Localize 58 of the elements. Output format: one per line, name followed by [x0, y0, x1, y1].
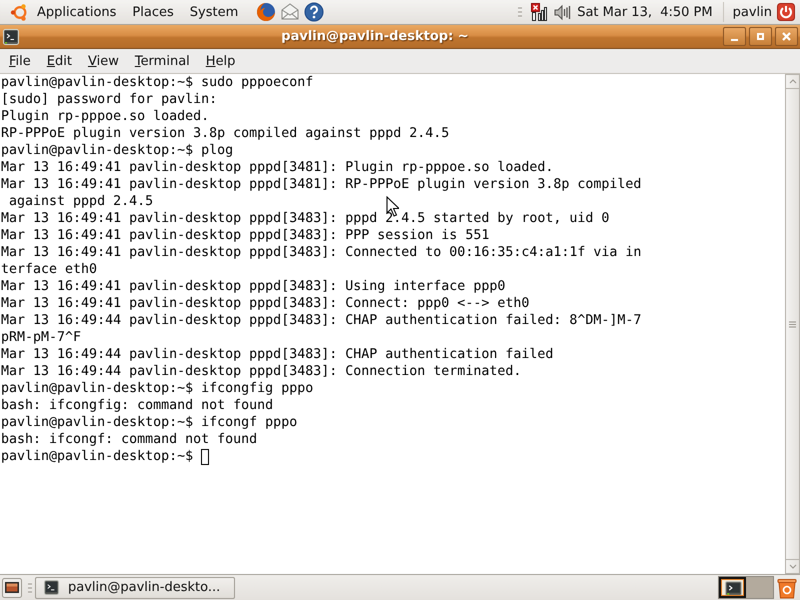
clock[interactable]: Sat Mar 13, 4:50 PM: [577, 4, 713, 20]
terminal-line: Mar 13 16:49:41 pavlin-desktop pppd[3483]: Using interface ppp0: [1, 278, 506, 295]
close-button[interactable]: [775, 27, 798, 46]
browser-globe-icon[interactable]: [256, 2, 276, 22]
terminal-icon: [44, 580, 59, 595]
show-desktop-icon[interactable]: [2, 578, 22, 598]
terminal-line: Plugin rp-pppoe.so loaded.: [1, 108, 210, 125]
power-icon[interactable]: [777, 3, 795, 21]
minimize-icon: [731, 38, 738, 40]
terminal-line: terface eth0: [1, 261, 98, 278]
maximize-button[interactable]: [749, 27, 772, 46]
terminal-line: bash: ifcongfig: command not found: [1, 397, 274, 414]
terminal-line: pavlin@pavlin-desktop:~$ plog: [1, 142, 234, 159]
terminal-line: Mar 13 16:49:44 pavlin-desktop pppd[3483]: Connection terminated.: [1, 363, 522, 380]
menu-item[interactable]: Edit: [38, 54, 80, 68]
terminal-line: pavlin@pavlin-desktop:~$ ifcongfig pppo: [1, 380, 314, 397]
terminal-line: RP-PPPoE plugin version 3.8p compiled against pppd 2.4.5: [1, 125, 450, 142]
terminal-line: Mar 13 16:49:41 pavlin-desktop pppd[3483]: pppd 2.4.5 started by root, uid 0: [1, 210, 610, 227]
signal-bars-icon[interactable]: [531, 3, 550, 21]
workspace[interactable]: [719, 577, 746, 598]
menu-item[interactable]: Terminal: [126, 54, 198, 68]
terminal-line: against pppd 2.4.5: [8, 193, 154, 210]
terminal-line: pavlin@pavlin-desktop:~$ sudo pppoeconf: [1, 74, 314, 91]
terminal-line: Mar 13 16:49:41 pavlin-desktop pppd[3481]: RP-PPPoE plugin version 3.8p compiled: [1, 176, 642, 193]
help-icon[interactable]: [304, 2, 324, 22]
menu-item[interactable]: View: [80, 54, 127, 68]
terminal-line: Mar 13 16:49:41 pavlin-desktop pppd[3483]: Connect: ppp0 <--> eth0: [1, 295, 530, 312]
terminal-line: Mar 13 16:49:41 pavlin-desktop pppd[3483]: PPP session is 551: [1, 227, 490, 244]
window-title: pavlin@pavlin-desktop: ~: [280, 29, 470, 44]
terminal-prompt: pavlin@pavlin-desktop:~$: [1, 448, 194, 465]
menu-item[interactable]: File: [1, 54, 39, 68]
text-cursor-icon: [201, 448, 210, 464]
drag-handle-icon[interactable]: [518, 6, 522, 18]
terminal-line: bash: ifcongf: command not found: [1, 431, 258, 448]
maximize-icon: [757, 33, 764, 40]
terminal-icon[interactable]: [3, 28, 19, 44]
terminal-line: Mar 13 16:49:41 pavlin-desktop pppd[3483]: Connected to 00:16:35:c4:a1:1f via in: [1, 244, 642, 261]
terminal-line: Mar 13 16:49:41 pavlin-desktop pppd[3481]: Plugin rp-pppoe.so loaded.: [1, 159, 554, 176]
panel-menu[interactable]: Applications: [37, 4, 124, 20]
grip-lines-icon: [789, 320, 796, 328]
terminal-line: [sudo] password for pavlin:: [1, 91, 218, 108]
trash-icon[interactable]: [777, 576, 797, 598]
ubuntu-logo-icon[interactable]: [10, 2, 29, 22]
speaker-icon[interactable]: [554, 4, 572, 20]
panel-menu[interactable]: System: [190, 4, 246, 20]
close-icon: [782, 32, 791, 41]
minimize-button[interactable]: [723, 27, 746, 46]
taskbar-button[interactable]: pavlin@pavlin-deskto...: [35, 576, 235, 598]
panel-menu[interactable]: Places: [132, 4, 182, 20]
terminal-line: pavlin@pavlin-desktop:~$ ifcongf pppo: [1, 414, 298, 431]
chevron-down-icon: [788, 564, 796, 569]
terminal-line: Mar 13 16:49:44 pavlin-desktop pppd[3483]: CHAP authentication failed: [1, 346, 554, 363]
chevron-up-icon: [788, 79, 796, 84]
user-menu[interactable]: pavlin: [732, 4, 772, 20]
terminal-line: Mar 13 16:49:44 pavlin-desktop pppd[3483]: CHAP authentication failed: 8^DM-]M-7: [1, 312, 642, 329]
menu-item[interactable]: Help: [198, 54, 244, 68]
terminal-line: pRM-pM-7^F: [1, 329, 82, 346]
terminal-icon: [725, 581, 742, 596]
